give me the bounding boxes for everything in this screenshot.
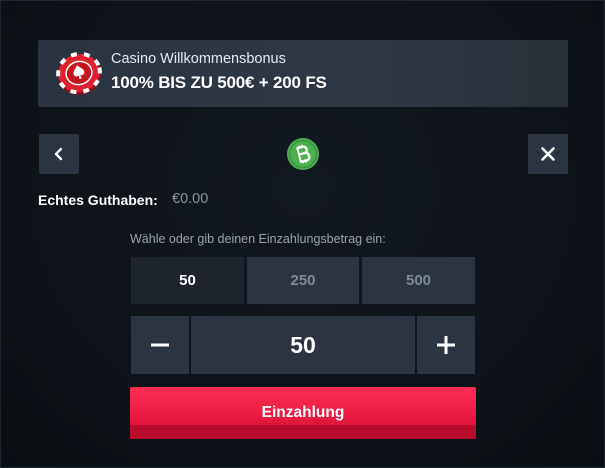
casino-chip-icon [56, 51, 102, 96]
decrease-amount-button[interactable] [131, 316, 189, 374]
banner-title: 100% BIS ZU 500€ + 200 FS [111, 73, 327, 92]
balance-value: €0.00 [172, 191, 209, 207]
welcome-bonus-banner[interactable]: Casino Willkommensbonus 100% BIS ZU 500€… [38, 40, 568, 107]
back-button[interactable] [39, 134, 79, 174]
increase-amount-button[interactable] [417, 316, 475, 374]
deposit-prompt: Wähle oder gib deinen Einzahlungsbetrag … [130, 232, 386, 246]
banner-subtitle: Casino Willkommensbonus [111, 51, 286, 67]
bitcoin-cash-icon [287, 138, 319, 170]
deposit-modal: Casino Willkommensbonus 100% BIS ZU 500€… [0, 0, 605, 468]
chevron-left-icon [54, 147, 63, 161]
deposit-button[interactable]: Einzahlung [130, 387, 476, 439]
amount-option-250[interactable]: 250 [247, 257, 359, 304]
amount-option-50[interactable]: 50 [131, 257, 244, 304]
amount-option-500[interactable]: 500 [362, 257, 475, 304]
deposit-amount-input[interactable] [191, 316, 415, 374]
button-shadow [130, 425, 476, 439]
close-button[interactable] [528, 134, 568, 174]
balance-label: Echtes Guthaben: [38, 192, 158, 208]
plus-icon [437, 336, 455, 354]
close-icon [541, 147, 555, 161]
deposit-button-label: Einzahlung [261, 404, 345, 421]
minus-icon [151, 343, 169, 347]
